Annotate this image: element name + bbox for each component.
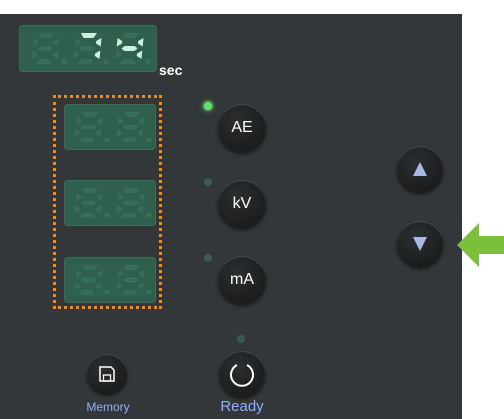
value-display-1-digit-2 <box>116 112 152 142</box>
time-display-digit-3 <box>115 33 151 64</box>
arrow-left-icon <box>457 223 504 267</box>
ae-button-label: AE <box>231 119 253 136</box>
ready-button[interactable] <box>219 351 265 397</box>
value-display-2-digit-2 <box>116 188 152 218</box>
value-display-3-digit-2 <box>116 265 152 295</box>
value-display-1 <box>64 104 156 150</box>
value-display-3-digit-1 <box>74 265 110 295</box>
ma-button[interactable]: mA <box>218 256 266 304</box>
triangle-down-icon <box>413 237 427 251</box>
value-display-3 <box>64 257 156 303</box>
ma-indicator-led <box>204 254 212 262</box>
ready-label: Ready <box>220 398 264 415</box>
value-display-2 <box>64 180 156 226</box>
time-display-digit-2 <box>73 33 109 64</box>
value-display-1-digit-1 <box>74 112 110 142</box>
time-display <box>19 25 157 72</box>
down-button[interactable] <box>397 221 443 267</box>
memory-button[interactable] <box>87 354 127 394</box>
kv-button-label: kV <box>232 195 252 212</box>
time-display-digit-1 <box>31 33 67 64</box>
up-button[interactable] <box>397 146 443 192</box>
kv-indicator-led <box>204 178 212 186</box>
floppy-disk-icon <box>99 366 115 382</box>
triangle-up-icon <box>413 162 427 176</box>
memory-label: Memory <box>86 400 130 414</box>
kv-button[interactable]: kV <box>218 180 266 228</box>
value-display-2-digit-1 <box>74 188 110 218</box>
control-panel: sec AE kV mA Memory Ready <box>0 14 462 419</box>
ma-button-label: mA <box>230 271 254 288</box>
ae-indicator-led <box>204 102 212 110</box>
ae-button[interactable]: AE <box>218 104 266 152</box>
power-ring-icon <box>230 364 254 387</box>
time-unit-label: sec <box>159 62 183 78</box>
ready-indicator-led <box>237 335 245 343</box>
